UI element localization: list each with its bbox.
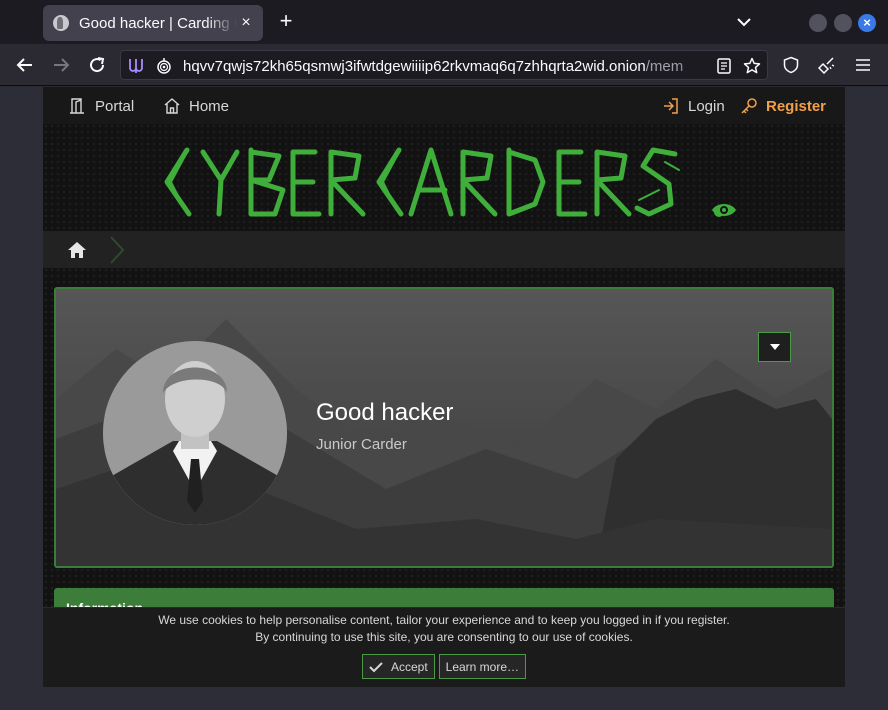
maximize-button[interactable] xyxy=(834,14,852,32)
url-bar[interactable]: hqvv7qwjs72kh65qsmwj3ifwtdgewiiiip62rkvm… xyxy=(120,50,768,80)
nav-portal-label: Portal xyxy=(95,97,135,115)
cookie-accept-button[interactable]: Accept xyxy=(361,654,435,679)
minimize-button[interactable] xyxy=(809,14,827,32)
profile-header: Good hacker Junior Carder xyxy=(54,287,834,568)
tab-list-chevron-icon[interactable] xyxy=(733,12,755,32)
cookie-accept-label: Accept xyxy=(390,659,428,674)
tab-title: Good hacker | Carding Fo xyxy=(79,14,237,32)
caret-down-icon xyxy=(769,344,780,350)
hamburger-menu-icon[interactable] xyxy=(850,52,876,78)
nav-home[interactable]: Home xyxy=(163,96,229,116)
cookie-text-line1: We use cookies to help personalise conte… xyxy=(158,613,730,627)
forward-arrow-icon[interactable] xyxy=(48,52,74,78)
house-icon xyxy=(164,98,180,114)
key-icon xyxy=(741,98,757,114)
profile-user-title: Junior Carder xyxy=(316,436,407,453)
default-avatar-silhouette xyxy=(103,341,287,525)
site-top-nav: Portal Home Login Register xyxy=(43,87,845,124)
url-path: /mem xyxy=(645,58,684,75)
nav-login-label: Login xyxy=(688,97,725,115)
login-icon xyxy=(664,98,678,114)
nav-register[interactable]: Register xyxy=(740,96,826,116)
reader-view-icon[interactable] xyxy=(715,57,733,75)
door-icon xyxy=(70,98,84,114)
window-close-button[interactable]: × xyxy=(858,14,876,32)
nav-register-label: Register xyxy=(766,97,827,115)
new-tab-button[interactable]: + xyxy=(274,10,298,34)
url-host: hqvv7qwjs72kh65qsmwj3ifwtdgewiiiip62rkvm… xyxy=(183,58,646,75)
forum-page: Portal Home Login Register Good hacker J… xyxy=(43,87,845,687)
cookie-learn-more-label: Learn more… xyxy=(445,659,520,674)
profile-actions-dropdown[interactable] xyxy=(758,332,791,362)
back-arrow-icon[interactable] xyxy=(12,52,38,78)
cookie-notice: We use cookies to help personalise conte… xyxy=(43,607,845,687)
onion-circuit-icon[interactable] xyxy=(127,57,145,75)
checkmark-icon xyxy=(369,661,383,672)
nav-portal[interactable]: Portal xyxy=(69,96,134,116)
tab-close-icon[interactable]: × xyxy=(237,15,255,31)
browser-tab-strip: Good hacker | Carding Fo × + × xyxy=(0,0,888,44)
breadcrumb xyxy=(43,231,845,268)
new-identity-broom-icon[interactable] xyxy=(814,52,840,78)
cookie-text-line2: By continuing to use this site, you are … xyxy=(255,630,633,644)
onion-site-icon[interactable] xyxy=(155,57,173,75)
breadcrumb-home-icon[interactable] xyxy=(67,241,87,259)
cybercarders-logo[interactable] xyxy=(159,142,739,222)
browser-tab[interactable]: Good hacker | Carding Fo × xyxy=(43,5,263,41)
browser-toolbar: hqvv7qwjs72kh65qsmwj3ifwtdgewiiiip62rkvm… xyxy=(0,44,888,86)
breadcrumb-chevron-icon xyxy=(110,236,125,264)
url-text[interactable]: hqvv7qwjs72kh65qsmwj3ifwtdgewiiiip62rkvm… xyxy=(183,58,708,75)
nav-login[interactable]: Login xyxy=(662,96,725,116)
profile-username: Good hacker xyxy=(316,399,454,426)
shield-icon[interactable] xyxy=(778,52,804,78)
page-viewport: Portal Home Login Register Good hacker J… xyxy=(0,87,888,710)
eye-icon xyxy=(712,204,736,216)
nav-home-label: Home xyxy=(189,97,230,115)
cookie-learn-more-button[interactable]: Learn more… xyxy=(438,654,527,679)
site-favicon-icon xyxy=(53,15,69,31)
avatar[interactable] xyxy=(103,341,287,525)
reload-icon[interactable] xyxy=(84,52,110,78)
bookmark-star-icon[interactable] xyxy=(743,57,761,75)
